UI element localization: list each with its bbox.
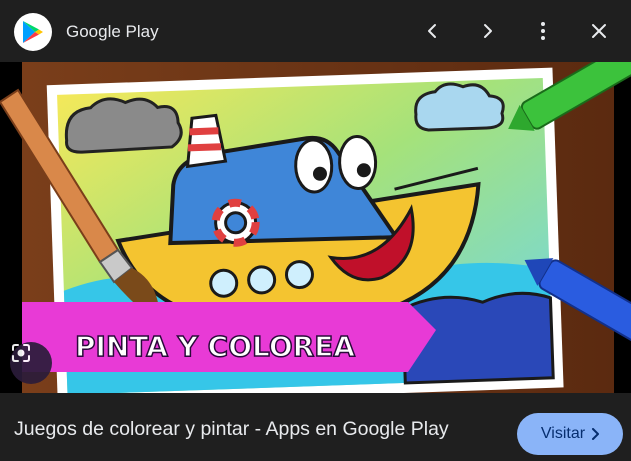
next-button[interactable]	[474, 17, 502, 45]
visit-button[interactable]: Visitar	[517, 413, 623, 455]
more-vert-icon	[541, 22, 545, 40]
chevron-right-icon	[484, 24, 492, 38]
chevron-left-icon	[428, 24, 436, 38]
google-play-icon	[23, 21, 43, 43]
visit-button-label: Visitar	[540, 425, 586, 442]
close-icon	[592, 24, 606, 38]
more-options-button[interactable]	[529, 17, 557, 45]
google-lens-icon	[12, 344, 30, 362]
result-caption[interactable]: Juegos de colorear y pintar - Apps en Go…	[14, 418, 449, 441]
top-bar: Google Play	[0, 0, 631, 62]
coloring-app-illustration: PINTA Y COLOREA	[0, 62, 631, 393]
close-button[interactable]	[585, 17, 613, 45]
footer: Juegos de colorear y pintar - Apps en Go…	[0, 393, 631, 461]
chevron-right-icon	[592, 428, 600, 440]
google-lens-button[interactable]	[10, 342, 52, 384]
app-title: Google Play	[66, 22, 159, 41]
preview-image[interactable]: PINTA Y COLOREA	[0, 62, 631, 393]
previous-button[interactable]	[418, 17, 446, 45]
banner-text: PINTA Y COLOREA	[75, 330, 355, 363]
google-play-logo[interactable]	[14, 13, 52, 51]
